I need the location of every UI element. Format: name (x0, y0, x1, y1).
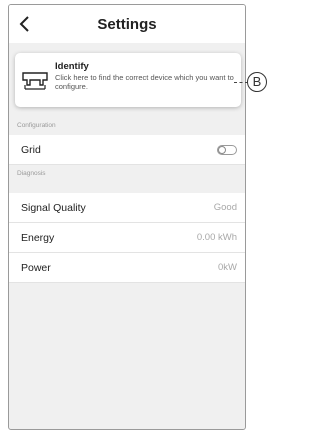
power-value: 0kW (218, 262, 237, 273)
energy-label: Energy (21, 231, 55, 244)
grid-label: Grid (21, 143, 41, 156)
identify-description: Click here to find the correct device wh… (55, 73, 234, 91)
section-diagnosis-label: Diagnosis (17, 170, 46, 177)
energy-value: 0.00 kWh (196, 232, 237, 243)
device-icon (22, 72, 48, 90)
power-label: Power (21, 261, 51, 274)
identify-card[interactable]: Identify Click here to find the correct … (15, 53, 241, 107)
signal-quality-row: Signal Quality Good (9, 193, 245, 223)
callout-leader-line (234, 82, 248, 83)
page-title: Settings (97, 15, 157, 33)
identify-title: Identify (55, 61, 89, 72)
grid-row[interactable]: Grid (9, 135, 245, 165)
callout-marker: B (247, 72, 267, 92)
grid-toggle[interactable] (217, 144, 237, 155)
signal-quality-value: Good (213, 202, 237, 213)
grid-toggle-knob (218, 145, 226, 154)
header-bar: Settings (9, 5, 245, 43)
power-row: Power 0kW (9, 253, 245, 283)
signal-quality-label: Signal Quality (21, 201, 86, 214)
identify-card-text: Identify Click here to find the correct … (55, 61, 235, 91)
phone-screen: Settings Identify Click here to find the… (8, 4, 246, 430)
energy-row: Energy 0.00 kWh (9, 223, 245, 253)
section-configuration-label: Configuration (17, 122, 56, 129)
back-arrow-icon[interactable] (15, 14, 35, 34)
